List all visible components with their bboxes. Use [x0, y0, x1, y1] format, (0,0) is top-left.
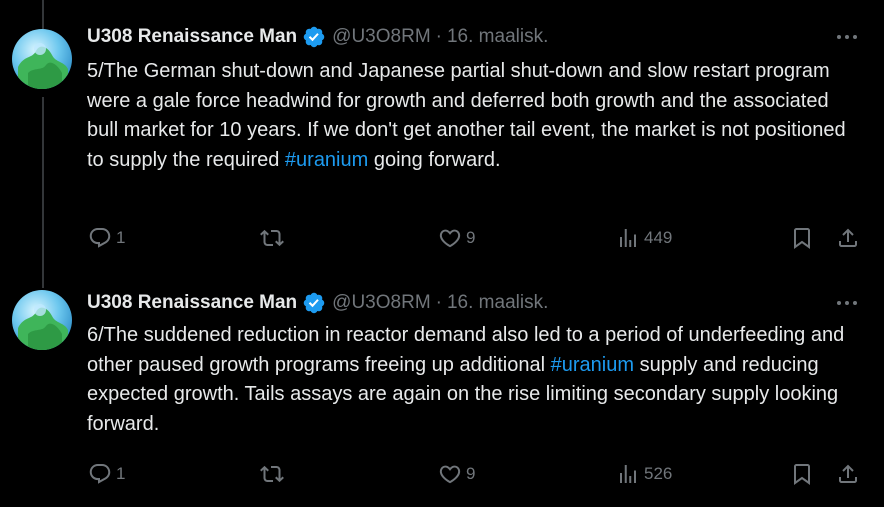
avatar[interactable] — [12, 29, 72, 89]
tweet[interactable]: U308 Renaissance Man @U3O8RM · 16. maali… — [0, 265, 884, 507]
reply-count: 1 — [116, 464, 126, 483]
hashtag-link[interactable]: #uranium — [285, 149, 368, 171]
author-handle[interactable]: @U3O8RM — [332, 26, 430, 48]
reply-icon — [89, 464, 111, 484]
separator: · — [435, 292, 442, 313]
like-button[interactable]: 9 — [438, 461, 475, 487]
retweet-button[interactable] — [260, 461, 288, 487]
bookmark-button[interactable] — [790, 225, 814, 251]
views-icon — [620, 229, 636, 247]
bookmark-icon — [794, 464, 810, 485]
verified-badge-icon — [303, 292, 325, 314]
bookmark-icon — [794, 228, 810, 249]
like-icon — [439, 229, 461, 248]
like-icon — [439, 465, 461, 484]
tweet-text: 6/The suddened reduction in reactor dema… — [87, 324, 845, 435]
views-button[interactable]: 449 — [616, 225, 672, 251]
tweet-date[interactable]: 16. maalisk. — [447, 292, 548, 314]
reply-button[interactable]: 1 — [88, 225, 125, 251]
share-icon — [839, 228, 857, 247]
share-button[interactable] — [836, 225, 860, 251]
share-button[interactable] — [836, 461, 860, 487]
reply-button[interactable]: 1 — [88, 461, 125, 487]
author-name[interactable]: U308 Renaissance Man — [87, 292, 297, 314]
share-icon — [839, 464, 857, 483]
reply-icon — [89, 228, 111, 248]
more-icon[interactable] — [834, 291, 860, 315]
separator: · — [435, 26, 442, 47]
reply-count: 1 — [116, 228, 126, 247]
more-icon[interactable] — [834, 25, 860, 49]
views-button[interactable]: 526 — [616, 461, 672, 487]
views-count: 526 — [644, 464, 673, 483]
bookmark-button[interactable] — [790, 461, 814, 487]
action-bar: 1 9 526 — [0, 461, 884, 487]
author-name[interactable]: U308 Renaissance Man — [87, 26, 297, 48]
tweet-text: 5/The German shut-down and Japanese part… — [87, 60, 846, 171]
views-count: 449 — [644, 228, 673, 247]
retweet-icon — [260, 229, 284, 247]
avatar[interactable] — [12, 290, 72, 350]
tweet-header: U308 Renaissance Man @U3O8RM · 16. maali… — [87, 25, 548, 49]
action-bar: 1 9 449 — [0, 225, 884, 251]
hashtag-link[interactable]: #uranium — [551, 354, 634, 376]
like-button[interactable]: 9 — [438, 225, 475, 251]
author-handle[interactable]: @U3O8RM — [332, 292, 430, 314]
tweet-date[interactable]: 16. maalisk. — [447, 26, 548, 48]
like-count: 9 — [466, 228, 476, 247]
like-count: 9 — [466, 464, 476, 483]
tweet[interactable]: U308 Renaissance Man @U3O8RM · 16. maali… — [0, 0, 884, 265]
tweet-header: U308 Renaissance Man @U3O8RM · 16. maali… — [87, 291, 548, 315]
views-icon — [620, 465, 636, 483]
verified-badge-icon — [303, 26, 325, 48]
retweet-icon — [260, 465, 284, 483]
retweet-button[interactable] — [260, 225, 288, 251]
